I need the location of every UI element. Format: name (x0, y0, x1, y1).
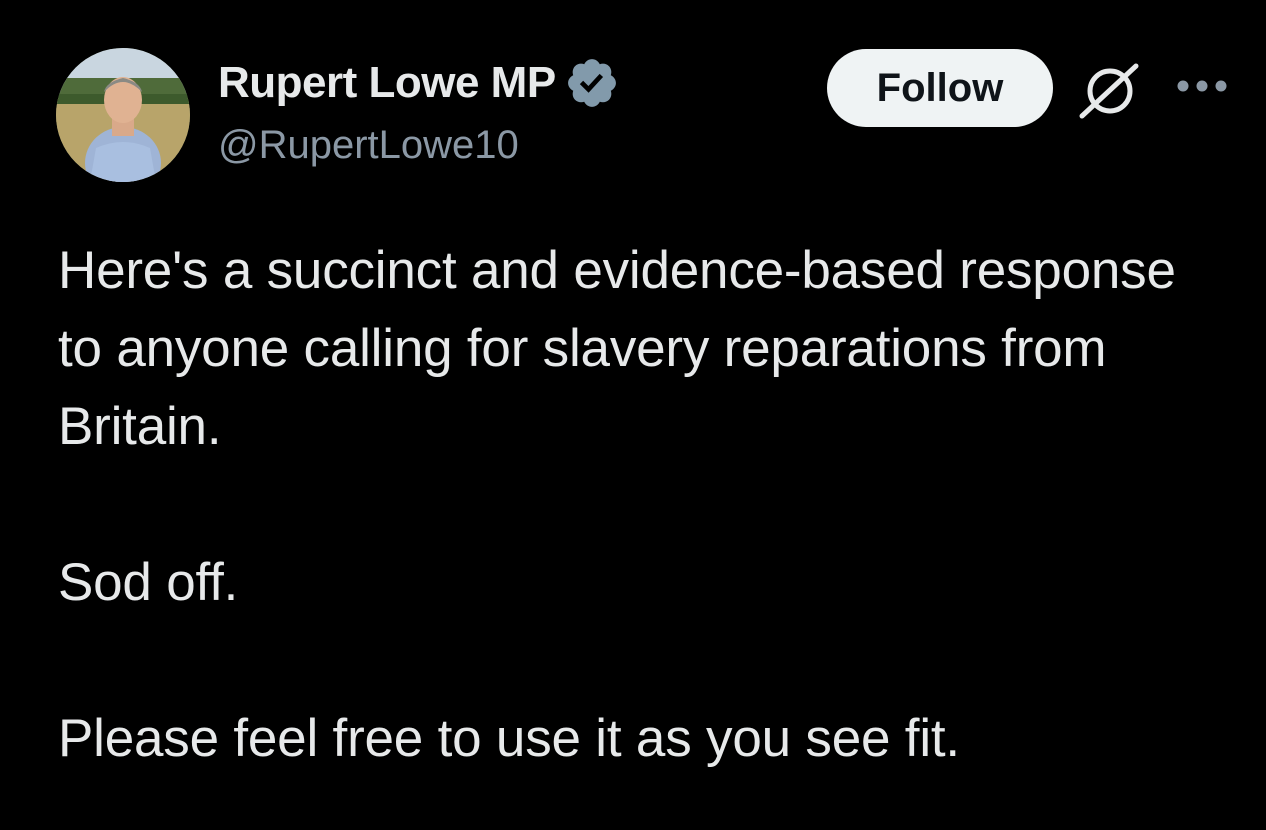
tweet-paragraph: Here's a succinct and evidence-based res… (58, 241, 1176, 456)
author-handle[interactable]: @RupertLowe10 (218, 123, 519, 168)
tweet-text: Here's a succinct and evidence-based res… (58, 232, 1218, 778)
avatar-photo (56, 48, 190, 182)
tweet-paragraph: Sod off. (58, 553, 239, 612)
verified-badge-icon (564, 55, 620, 111)
tweet-paragraph: Please feel free to use it as you see fi… (58, 709, 960, 768)
follow-button[interactable]: Follow (827, 49, 1053, 127)
avatar[interactable] (56, 48, 190, 182)
more-horizontal-icon[interactable] (1174, 74, 1230, 98)
tweet-card: Rupert Lowe MP @RupertLowe10 Follow Here… (0, 0, 1266, 830)
author-name-row: Rupert Lowe MP (218, 56, 620, 110)
grok-icon[interactable] (1076, 58, 1144, 122)
author-display-name[interactable]: Rupert Lowe MP (218, 58, 556, 108)
